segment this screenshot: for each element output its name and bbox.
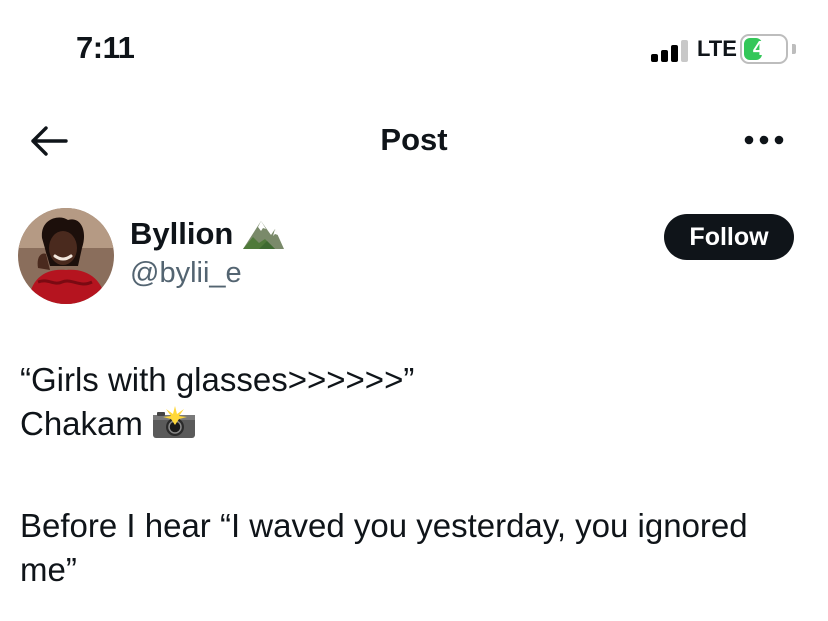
status-time: 7:11 xyxy=(76,30,135,65)
nav-bar: Post xyxy=(0,100,828,180)
network-type: LTE xyxy=(697,36,737,61)
handle[interactable]: @bylii_e xyxy=(130,257,242,290)
status-bar: 7:11 LTE 45 xyxy=(0,0,828,100)
display-name-row: Byllion xyxy=(130,216,285,252)
post-line-1: “Girls with glasses>>>>>>” xyxy=(20,361,415,398)
display-name[interactable]: Byllion xyxy=(130,216,233,252)
post-line-4: me” xyxy=(20,551,77,588)
battery-icon: 45 xyxy=(740,34,788,64)
more-horizontal-icon xyxy=(744,135,784,145)
more-options-button[interactable] xyxy=(742,122,786,158)
battery-level: 45 xyxy=(752,38,776,60)
page-title: Post xyxy=(380,122,448,157)
avatar[interactable] xyxy=(18,208,114,304)
post-text: “Girls with glasses>>>>>>” Chakam Before… xyxy=(20,358,820,592)
camera-flash-icon xyxy=(152,406,195,438)
cellular-signal-icon xyxy=(651,38,691,62)
mountain-icon xyxy=(243,221,285,249)
post-line-2: Chakam xyxy=(20,402,820,446)
post-line-2-text: Chakam xyxy=(20,405,143,442)
follow-button[interactable]: Follow xyxy=(664,214,794,260)
battery-tip xyxy=(792,44,796,54)
post-author: Byllion @bylii_e Follow xyxy=(0,200,828,310)
post-line-3: Before I hear “I waved you yesterday, yo… xyxy=(20,507,748,544)
